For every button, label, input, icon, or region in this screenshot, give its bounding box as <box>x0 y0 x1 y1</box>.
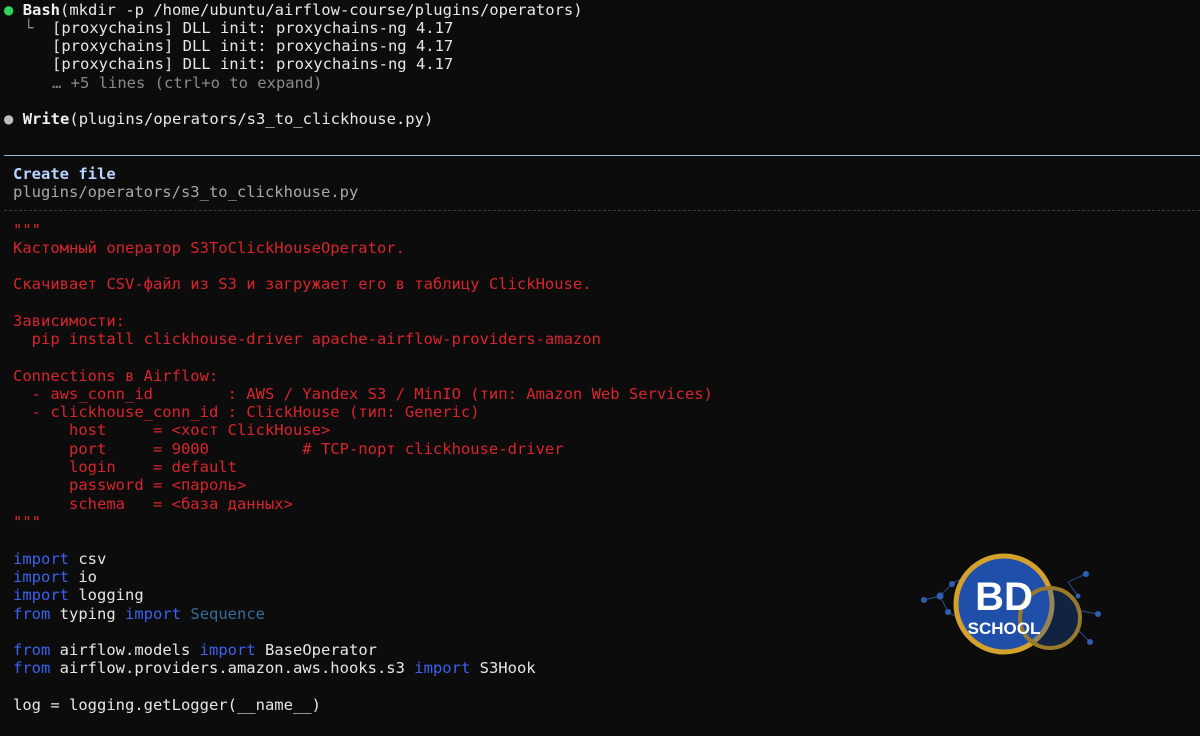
bash-output-text: [proxychains] DLL init: proxychains-ng 4… <box>52 19 454 37</box>
bash-command: (mkdir -p /home/ubuntu/airflow-course/pl… <box>60 1 583 19</box>
bash-tool-name: Bash <box>22 1 61 19</box>
code-line: import io <box>13 568 98 586</box>
bash-call-line: ● Bash(mkdir -p /home/ubuntu/airflow-cou… <box>4 1 583 19</box>
bash-output-line: [proxychains] DLL init: proxychains-ng 4… <box>52 55 453 73</box>
code-line: - clickhouse_conn_id : ClickHouse (тип: … <box>13 403 480 421</box>
bash-output-text: [proxychains] DLL init: proxychains-ng 4… <box>52 37 454 55</box>
pending-dot-icon: ● <box>4 110 14 128</box>
logo-text-bottom: SCHOOL <box>968 619 1041 638</box>
branch-glyph: └ <box>24 19 34 37</box>
code-line: from airflow.providers.amazon.aws.hooks.… <box>13 659 536 677</box>
bash-output-line: └ [proxychains] DLL init: proxychains-ng… <box>24 19 453 37</box>
code-line: """ <box>13 513 41 531</box>
code-line: from typing import Sequence <box>13 605 266 623</box>
bash-output-text: [proxychains] DLL init: proxychains-ng 4… <box>52 55 454 73</box>
code-line: Connections в Airflow: <box>13 367 219 385</box>
code-line: import logging <box>13 586 144 604</box>
write-tool-name: Write <box>22 110 70 128</box>
bd-school-logo: BD SCHOOL <box>921 553 1101 655</box>
dialog-file-path: plugins/operators/s3_to_clickhouse.py <box>13 183 359 201</box>
code-line: port = 9000 # TCP-порт clickhouse-driver <box>13 440 564 458</box>
success-dot-icon: ● <box>4 1 14 19</box>
code-line: login = default <box>13 458 237 476</box>
dialog-title: Create file <box>13 165 116 183</box>
code-line: schema = <база данных> <box>13 495 293 513</box>
code-line: log = logging.getLogger(__name__) <box>13 696 321 714</box>
code-line: password = <пароль> <box>13 476 247 494</box>
code-line: """ <box>13 221 41 239</box>
code-line: Скачивает CSV-файл из S3 и загружает его… <box>13 275 592 293</box>
bash-output-line: [proxychains] DLL init: proxychains-ng 4… <box>52 37 453 55</box>
logo-text-top: BD <box>975 575 1033 619</box>
code-line: Зависимости: <box>13 312 125 330</box>
code-line: host = <хост ClickHouse> <box>13 421 331 439</box>
write-call-line: ● Write(plugins/operators/s3_to_clickhou… <box>4 110 433 128</box>
expand-more-lines[interactable]: … +5 lines (ctrl+o to expand) <box>52 74 323 92</box>
code-line: pip install clickhouse-driver apache-air… <box>13 330 601 348</box>
code-line: import csv <box>13 550 107 568</box>
dialog-top-border <box>4 155 1200 156</box>
dialog-divider <box>4 210 1200 211</box>
code-line: Кастомный оператор S3ToClickHouseOperato… <box>13 239 405 257</box>
write-file-arg: (plugins/operators/s3_to_clickhouse.py) <box>69 110 434 128</box>
code-line: from airflow.models import BaseOperator <box>13 641 377 659</box>
code-line: - aws_conn_id : AWS / Yandex S3 / MinIO … <box>13 385 713 403</box>
